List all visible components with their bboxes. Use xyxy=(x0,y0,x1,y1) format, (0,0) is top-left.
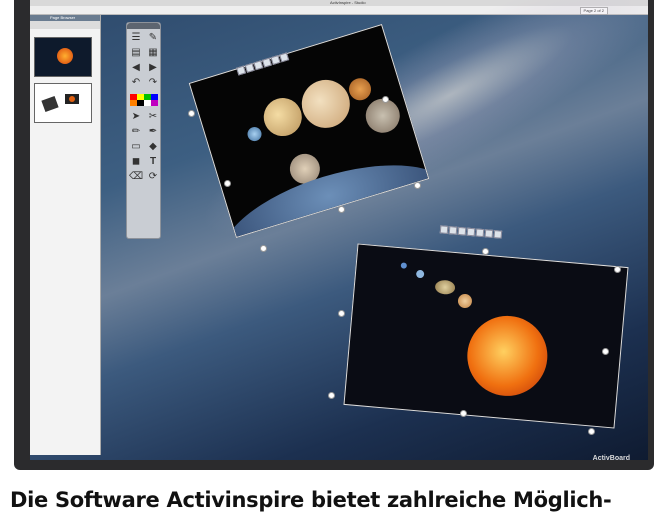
fill-icon[interactable]: ◆ xyxy=(146,141,160,153)
pen-tool-icon[interactable]: ✏ xyxy=(129,126,143,138)
image-thumbnail xyxy=(65,94,79,104)
tool-icon[interactable] xyxy=(448,226,458,235)
text-icon[interactable]: T xyxy=(146,156,160,168)
tool-icon[interactable] xyxy=(493,230,503,239)
page-thumbnail-2[interactable] xyxy=(34,83,92,123)
next-page-icon[interactable]: ▶ xyxy=(146,62,160,74)
resize-handle[interactable] xyxy=(328,392,335,399)
jupiter xyxy=(295,73,356,134)
main-toolbox[interactable]: ☰ ✎ ▤ ▦ ◀ ▶ ↶ ↷ ➤ ✂ ✏ ✒ ▭ ◆ ◼ T ⌫ ⟳ xyxy=(126,22,161,239)
resize-handle[interactable] xyxy=(224,180,231,187)
tool-icon[interactable] xyxy=(475,228,485,238)
tool-icon[interactable] xyxy=(457,226,467,236)
resize-handle[interactable] xyxy=(414,182,421,189)
solar-system-image[interactable] xyxy=(343,243,629,429)
uranus xyxy=(415,269,425,279)
resize-handle[interactable] xyxy=(260,245,267,252)
resize-handle[interactable] xyxy=(614,266,621,273)
page-thumbnail-1[interactable] xyxy=(34,37,92,77)
clear-icon[interactable]: ⌫ xyxy=(129,171,143,183)
browser-icon[interactable]: ▦ xyxy=(146,47,160,59)
resize-handle[interactable] xyxy=(602,348,609,355)
screen: ActivInspire - Studio Page 2 of 2 Page B… xyxy=(30,0,648,460)
color-swatch[interactable] xyxy=(144,100,151,106)
resize-handle[interactable] xyxy=(588,428,595,435)
pen-icon[interactable]: ✎ xyxy=(146,32,160,44)
resize-handle[interactable] xyxy=(338,310,345,317)
neptune xyxy=(245,125,264,143)
neptune xyxy=(400,262,408,269)
caption: Die Software Activinspire bietet zahlrei… xyxy=(10,488,612,512)
resize-handle[interactable] xyxy=(338,206,345,213)
tool-icon[interactable] xyxy=(484,229,494,238)
mars xyxy=(346,75,374,103)
activboard-logo: ActivBoard xyxy=(592,455,630,462)
resize-handle[interactable] xyxy=(460,410,467,417)
highlighter-icon[interactable]: ✒ xyxy=(146,126,160,138)
wrench-icon[interactable]: ✂ xyxy=(146,111,160,123)
saturn xyxy=(259,93,307,141)
resize-handle[interactable] xyxy=(382,96,389,103)
color-swatch[interactable] xyxy=(151,100,158,106)
page-browser-panel: Page Browser xyxy=(30,15,101,455)
redo-icon[interactable]: ↷ xyxy=(146,77,160,89)
jupiter xyxy=(457,293,473,309)
main-menu-icon[interactable]: ☰ xyxy=(129,32,143,44)
interactive-whiteboard: ActivInspire - Studio Page 2 of 2 Page B… xyxy=(14,0,654,470)
shape-icon[interactable]: ◼ xyxy=(129,156,143,168)
resize-handle[interactable] xyxy=(188,110,195,117)
image-thumbnail xyxy=(41,95,59,113)
saturn xyxy=(434,279,456,296)
tool-icon[interactable] xyxy=(466,227,476,237)
sun xyxy=(464,312,551,400)
page-icon[interactable]: ▤ xyxy=(129,47,143,59)
reset-icon[interactable]: ⟳ xyxy=(146,171,160,183)
prev-page-icon[interactable]: ◀ xyxy=(129,62,143,74)
color-swatch[interactable] xyxy=(130,100,137,106)
close-icon[interactable] xyxy=(439,225,449,234)
color-palette[interactable] xyxy=(130,94,158,106)
eraser-icon[interactable]: ▭ xyxy=(129,141,143,153)
resize-handle[interactable] xyxy=(482,248,489,255)
undo-icon[interactable]: ↶ xyxy=(129,77,143,89)
page-browser-toolbar[interactable] xyxy=(30,21,100,29)
sun-thumbnail xyxy=(57,48,73,64)
select-icon[interactable]: ➤ xyxy=(129,111,143,123)
color-swatch[interactable] xyxy=(137,100,144,106)
